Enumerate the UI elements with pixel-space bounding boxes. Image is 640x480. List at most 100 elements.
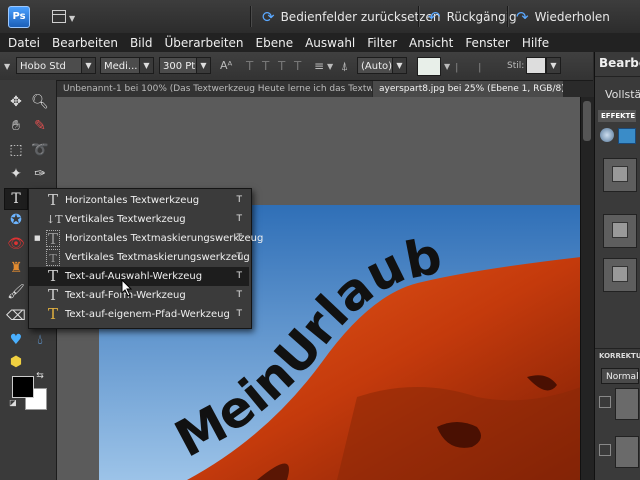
font-size-dropdown[interactable]: ▼ [196, 57, 211, 74]
menu-item-text-on-custom-path[interactable]: T Text-auf-eigenem-Pfad-Werkzeug T [29, 305, 249, 324]
style-dropdown[interactable]: ▼ [546, 57, 561, 74]
leading-field[interactable]: (Auto) [357, 57, 393, 74]
chevron-down-icon[interactable]: ▼ [327, 62, 333, 71]
menu-bar: Datei Bearbeiten Bild Überarbeiten Ebene… [0, 33, 640, 52]
tab-untitled[interactable]: Unbenannt-1 bei 100% (Das Textwerkzeug H… [57, 81, 372, 97]
eraser-tool-icon[interactable]: ⌫ [5, 306, 27, 326]
align-icon[interactable]: ≡ [314, 59, 324, 73]
visibility-checkbox[interactable] [599, 396, 611, 408]
eyedropper-tool-icon[interactable]: ✎ [29, 116, 51, 136]
menu-item-text-on-selection[interactable]: T Text-auf-Auswahl-Werkzeug T [29, 267, 249, 286]
arrange-documents-button[interactable]: ▼ [52, 9, 75, 24]
swap-colors-icon[interactable]: ⇆ [34, 370, 46, 382]
text-tool-icon[interactable]: T [4, 188, 28, 210]
font-family-dropdown[interactable]: ▼ [81, 57, 96, 74]
app-logo[interactable]: Ps [8, 6, 30, 28]
undo-button[interactable]: ↶ Rückgängig [428, 8, 517, 26]
menu-item-label: Vertikales Textwerkzeug [65, 214, 186, 225]
shortcut-key: T [236, 233, 243, 243]
menu-bearbeiten[interactable]: Bearbeiten [46, 36, 124, 50]
hand-tool-icon[interactable]: ✋︎ [5, 116, 27, 136]
text-color-swatch[interactable] [417, 57, 441, 76]
tab-effects[interactable]: EFFEKTE [598, 110, 636, 122]
underline-icon[interactable]: T [278, 59, 285, 73]
menu-datei[interactable]: Datei [0, 36, 46, 50]
vertical-text-icon: ↓T [46, 213, 63, 226]
reset-panels-button[interactable]: ⟳ Bedienfelder zurücksetzen [262, 8, 440, 26]
cookie-cutter-tool-icon[interactable]: ✪ [5, 210, 27, 230]
filters-icon[interactable] [600, 128, 614, 142]
sponge-tool-icon[interactable]: ⬢ [5, 352, 27, 372]
zoom-tool-icon[interactable]: 🔍︎ [29, 92, 51, 112]
horizontal-text-mask-icon: T [46, 230, 60, 248]
menu-item-vertical-text-mask[interactable]: T Vertikales Textmaskierungswerkzeug T [29, 248, 250, 267]
stamp-tool-icon[interactable]: ♜ [5, 258, 27, 278]
menu-ebene[interactable]: Ebene [250, 36, 300, 50]
menu-item-label: Horizontales Textmaskierungswerkzeug [65, 233, 264, 244]
menu-item-horizontal-text[interactable]: T Horizontales Textwerkzeug T [29, 191, 249, 210]
divider [595, 76, 640, 77]
tool-preset-icon[interactable]: ▼ [4, 62, 10, 71]
visibility-checkbox[interactable] [599, 444, 611, 456]
layer-thumbnail[interactable] [615, 436, 639, 468]
menu-item-horizontal-text-mask[interactable]: ■ T Horizontales Textmaskierungswerkzeug… [29, 229, 263, 248]
lasso-tool-icon[interactable]: ➰ [29, 140, 51, 160]
divider [507, 6, 509, 27]
brush-tool-icon[interactable]: 🖌︎ [5, 282, 27, 302]
font-style-dropdown[interactable]: ▼ [139, 57, 154, 74]
menu-item-label: Text-auf-eigenem-Pfad-Werkzeug [65, 309, 230, 320]
tab-label: Unbenannt-1 bei 100% (Das Textwerkzeug H… [63, 84, 372, 94]
document-tabs: Unbenannt-1 bei 100% (Das Textwerkzeug H… [57, 81, 593, 97]
panel-title: Bearbe [599, 56, 640, 70]
tab-label: ayerspart8.jpg bei 25% (Ebene 1, RGB/8) … [379, 84, 563, 94]
font-size-icon[interactable]: Aᴬ [220, 59, 232, 72]
font-size-field[interactable]: 300 Pt [159, 57, 197, 74]
text-orientation-icon[interactable]: ꞁ [478, 59, 481, 73]
shortcut-key: T [236, 290, 243, 300]
menu-ansicht[interactable]: Ansicht [403, 36, 459, 50]
warp-text-icon[interactable]: ꞁ [455, 59, 458, 73]
effect-thumbnail[interactable] [603, 258, 637, 292]
vertical-scrollbar[interactable] [580, 97, 594, 480]
bold-icon[interactable]: T [246, 59, 253, 73]
vertical-text-mask-icon: T [46, 249, 60, 266]
menu-item-vertical-text[interactable]: ↓T Vertikales Textwerkzeug T [29, 210, 249, 229]
menu-filter[interactable]: Filter [361, 36, 403, 50]
blend-mode-select[interactable]: Normal [601, 368, 639, 384]
layer-styles-icon[interactable] [618, 128, 636, 144]
mode-tab-full[interactable]: Vollstän [605, 88, 640, 101]
font-family-field[interactable]: Hobo Std [16, 57, 82, 74]
strikethrough-icon[interactable]: T [294, 59, 301, 73]
leading-dropdown[interactable]: ▼ [392, 57, 407, 74]
style-picker[interactable] [526, 57, 546, 74]
menu-auswahl[interactable]: Auswahl [299, 36, 361, 50]
text-on-shape-icon: T [47, 286, 58, 304]
move-tool-icon[interactable]: ✥ [5, 92, 27, 112]
quick-selection-tool-icon[interactable]: ✑ [29, 164, 51, 184]
marquee-tool-icon[interactable]: ⬚ [5, 140, 27, 160]
shortcut-key: T [236, 252, 243, 262]
magic-wand-tool-icon[interactable]: ✦ [5, 164, 27, 184]
scrollbar-thumb[interactable] [583, 101, 591, 141]
text-on-custom-path-icon: T [47, 305, 58, 323]
menu-fenster[interactable]: Fenster [459, 36, 516, 50]
foreground-color-swatch[interactable] [12, 376, 34, 398]
menu-bild[interactable]: Bild [124, 36, 159, 50]
leading-icon: ⍋ [341, 59, 349, 73]
effect-thumbnail[interactable] [603, 158, 637, 192]
default-colors-icon[interactable]: ◪ [8, 398, 18, 408]
menu-item-text-on-shape[interactable]: T Text-auf-Form-Werkzeug T [29, 286, 249, 305]
menu-hilfe[interactable]: Hilfe [516, 36, 555, 50]
red-eye-tool-icon[interactable]: 👁︎ [5, 234, 27, 254]
tab-ayerspart8[interactable]: ayerspart8.jpg bei 25% (Ebene 1, RGB/8) … [373, 81, 563, 97]
redo-button[interactable]: ↷ Wiederholen [516, 8, 610, 26]
layer-thumbnail[interactable] [615, 388, 639, 420]
menu-ueberarbeiten[interactable]: Überarbeiten [158, 36, 249, 50]
blur-tool-icon[interactable]: 💧︎ [29, 330, 51, 350]
chevron-down-icon[interactable]: ▼ [444, 62, 450, 71]
custom-shape-tool-icon[interactable]: ♥ [5, 330, 27, 350]
font-style-field[interactable]: Medi... [100, 57, 140, 74]
corrections-heading: KORREKTU [599, 352, 640, 360]
italic-icon[interactable]: T [262, 59, 269, 73]
effect-thumbnail[interactable] [603, 214, 637, 248]
